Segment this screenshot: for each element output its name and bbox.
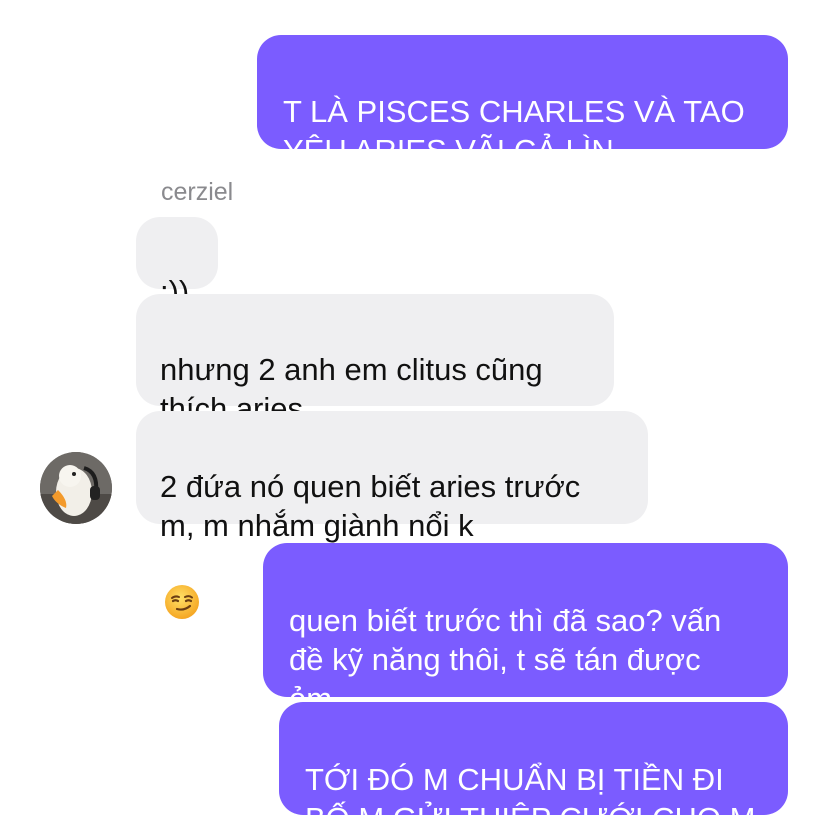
smirking-face-emoji <box>164 545 200 629</box>
message-text: 2 đứa nó quen biết aries trước m, m nhắm… <box>160 469 581 543</box>
message-bubble-outgoing[interactable]: T LÀ PISCES CHARLES VÀ TAO YÊU ARIES VÃI… <box>257 35 788 168</box>
message-bubble-incoming[interactable]: 2 đứa nó quen biết aries trước m, m nhắm… <box>136 411 648 619</box>
message-bubble-outgoing[interactable]: quen biết trước thì đã sao? vấn đề kỹ nă… <box>263 543 788 716</box>
avatar[interactable] <box>40 452 112 524</box>
sender-name: cerziel <box>161 178 234 206</box>
message-bubble-outgoing[interactable]: TỚI ĐÓ M CHUẨN BỊ TIỀN ĐI BỐ M GỬI THIỆP… <box>279 702 788 836</box>
message-text: TỚI ĐÓ M CHUẨN BỊ TIỀN ĐI BỐ M GỬI THIỆP… <box>305 762 756 836</box>
message-text: T LÀ PISCES CHARLES VÀ TAO YÊU ARIES VÃI… <box>283 94 745 168</box>
message-text: quen biết trước thì đã sao? vấn đề kỹ nă… <box>289 603 722 716</box>
message-bubble-incoming[interactable]: :)) <box>136 217 218 309</box>
message-bubble-incoming[interactable]: nhưng 2 anh em clitus cũng thích aries <box>136 294 614 426</box>
